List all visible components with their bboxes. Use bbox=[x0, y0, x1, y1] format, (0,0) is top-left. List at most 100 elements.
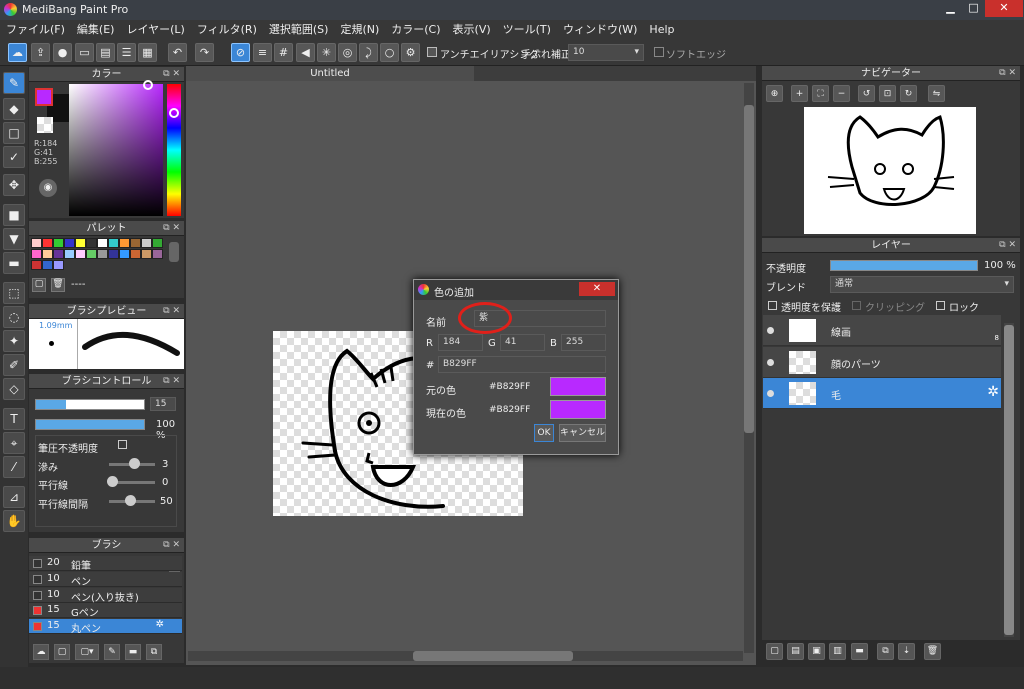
brush-row[interactable]: 10 ペン(入り抜き) bbox=[29, 588, 182, 604]
fit-window-icon[interactable]: ⛶ bbox=[812, 85, 829, 102]
menu-color[interactable]: カラー(C) bbox=[385, 20, 446, 40]
magic-wand-icon[interactable]: ✦ bbox=[3, 330, 25, 352]
palette-swatch[interactable] bbox=[86, 238, 97, 248]
palette-swatch[interactable] bbox=[119, 238, 130, 248]
size-value[interactable]: 15 bbox=[150, 397, 176, 411]
menu-window[interactable]: ウィンドウ(W) bbox=[557, 20, 643, 40]
brush-row[interactable]: 15 Gペン bbox=[29, 603, 182, 619]
palette-swatch[interactable] bbox=[97, 249, 108, 259]
palette-swatch[interactable] bbox=[31, 238, 42, 248]
ok-button[interactable]: OK bbox=[534, 424, 554, 442]
layer-opacity-slider[interactable] bbox=[830, 260, 978, 271]
dialog-close-button[interactable]: ✕ bbox=[579, 282, 615, 296]
grid-icon[interactable]: ▦ bbox=[138, 43, 157, 62]
folder-icon[interactable]: ▬ bbox=[125, 644, 141, 660]
panel-close-icon[interactable]: ⧉ ✕ bbox=[163, 221, 180, 236]
hex-input[interactable]: B829FF bbox=[438, 356, 606, 373]
redo-icon[interactable]: ↷ bbox=[195, 43, 214, 62]
protect-checkbox[interactable] bbox=[768, 301, 777, 310]
eye-icon[interactable] bbox=[767, 327, 774, 334]
duplicate-icon[interactable]: ⧉ bbox=[146, 644, 162, 660]
parallel-knob[interactable] bbox=[107, 476, 118, 487]
dot-tool-icon[interactable]: □ bbox=[3, 122, 25, 144]
no-snap-icon[interactable]: ⊘ bbox=[231, 43, 250, 62]
eye-icon[interactable] bbox=[767, 359, 774, 366]
zoom-fit-icon[interactable]: ⊕ bbox=[766, 85, 783, 102]
cloud-brush-icon[interactable]: ☁ bbox=[33, 644, 49, 660]
document-icon[interactable]: ▤ bbox=[96, 43, 115, 62]
trash-icon[interactable]: 🗑 bbox=[51, 278, 65, 292]
palette-scrollbar[interactable] bbox=[169, 242, 179, 262]
trash-icon[interactable]: 🗑 bbox=[924, 643, 941, 660]
folder-icon[interactable]: ▬ bbox=[851, 643, 868, 660]
brush-tool-icon[interactable]: ✎ bbox=[3, 72, 25, 94]
add-halftone-icon[interactable]: ▤ bbox=[787, 643, 804, 660]
speech-icon[interactable]: ▭ bbox=[75, 43, 94, 62]
undo-icon[interactable]: ↶ bbox=[168, 43, 187, 62]
list-icon[interactable]: ☰ bbox=[117, 43, 136, 62]
brush-row[interactable]: 10 ペン bbox=[29, 572, 182, 588]
maximize-button[interactable]: □ bbox=[962, 0, 985, 17]
operation-tool-icon[interactable]: ⌖ bbox=[3, 432, 25, 454]
blur-knob[interactable] bbox=[129, 458, 140, 469]
zoom-in-icon[interactable]: + bbox=[791, 85, 808, 102]
palette-swatch[interactable] bbox=[141, 238, 152, 248]
palette-swatch[interactable] bbox=[53, 249, 64, 259]
add-layer-icon[interactable]: ▢ bbox=[766, 643, 783, 660]
g-input[interactable]: 41 bbox=[500, 334, 545, 351]
stroke-tool-icon[interactable]: ✓ bbox=[3, 146, 25, 168]
gradient-tool-icon[interactable]: ▬ bbox=[3, 252, 25, 274]
zoom-out-icon[interactable]: − bbox=[833, 85, 850, 102]
menu-view[interactable]: 表示(V) bbox=[447, 20, 497, 40]
saturation-value-picker[interactable] bbox=[69, 84, 163, 216]
r-input[interactable]: 184 bbox=[438, 334, 483, 351]
fg-color-swatch[interactable] bbox=[35, 88, 53, 106]
palette-swatch[interactable] bbox=[31, 249, 42, 259]
palette-swatch[interactable] bbox=[31, 260, 42, 270]
size-slider[interactable] bbox=[35, 399, 145, 410]
palette-swatch[interactable] bbox=[42, 249, 53, 259]
add-brush-icon[interactable]: ▢ bbox=[54, 644, 70, 660]
close-button[interactable]: ✕ bbox=[985, 0, 1023, 17]
panel-close-icon[interactable]: ⧉ ✕ bbox=[999, 66, 1016, 81]
flip-icon[interactable]: ⇋ bbox=[928, 85, 945, 102]
menu-filter[interactable]: フィルタ(R) bbox=[191, 20, 263, 40]
menu-file[interactable]: ファイル(F) bbox=[0, 20, 71, 40]
brush-row-selected[interactable]: 15 丸ペン ✲ bbox=[29, 619, 182, 635]
palette-swatch[interactable] bbox=[152, 249, 163, 259]
b-input[interactable]: 255 bbox=[561, 334, 606, 351]
layer-scrollbar[interactable] bbox=[1004, 323, 1014, 637]
palette-swatch[interactable] bbox=[42, 260, 53, 270]
select-eraser-icon[interactable]: ◇ bbox=[3, 378, 25, 400]
cross-snap-icon[interactable]: # bbox=[274, 43, 293, 62]
palette-swatch[interactable] bbox=[119, 249, 130, 259]
circle-snap-icon[interactable]: ◎ bbox=[338, 43, 357, 62]
document-tab[interactable]: Untitled bbox=[186, 66, 474, 81]
eraser-tool-icon[interactable]: ◆ bbox=[3, 98, 25, 120]
gear-icon[interactable]: ✲ bbox=[156, 619, 164, 630]
move-tool-icon[interactable]: ✥ bbox=[3, 174, 25, 196]
palette-swatch[interactable] bbox=[97, 238, 108, 248]
palette-swatch[interactable] bbox=[130, 249, 141, 259]
radial-snap-icon[interactable]: ✳ bbox=[317, 43, 336, 62]
antialias-checkbox[interactable] bbox=[427, 47, 437, 57]
pressure-checkbox[interactable] bbox=[118, 440, 127, 449]
palette-swatch[interactable] bbox=[75, 238, 86, 248]
menu-edit[interactable]: 編集(E) bbox=[71, 20, 121, 40]
select-tool-icon[interactable]: ⬚ bbox=[3, 282, 25, 304]
lock-checkbox[interactable] bbox=[936, 301, 945, 310]
add-1bit-icon[interactable]: ▥ bbox=[829, 643, 846, 660]
layer-row[interactable]: 顔のパーツ bbox=[763, 347, 1001, 378]
merge-layer-icon[interactable]: ⇣ bbox=[898, 643, 915, 660]
blend-select[interactable]: 通常 ▾ bbox=[830, 276, 1014, 293]
select-pen-icon[interactable]: ✐ bbox=[3, 354, 25, 376]
menu-layer[interactable]: レイヤー(L) bbox=[120, 20, 190, 40]
menu-select[interactable]: 選択範囲(S) bbox=[263, 20, 335, 40]
menu-ruler[interactable]: 定規(N) bbox=[334, 20, 385, 40]
palette-swatch[interactable] bbox=[75, 249, 86, 259]
opacity-slider[interactable] bbox=[35, 419, 145, 430]
ellipse-snap-icon[interactable]: ○ bbox=[380, 43, 399, 62]
brush-row[interactable]: 20 鉛筆 bbox=[29, 556, 182, 572]
panel-close-icon[interactable]: ⧉ ✕ bbox=[163, 67, 180, 82]
brush-menu-icon[interactable]: ▢▾ bbox=[75, 644, 99, 660]
